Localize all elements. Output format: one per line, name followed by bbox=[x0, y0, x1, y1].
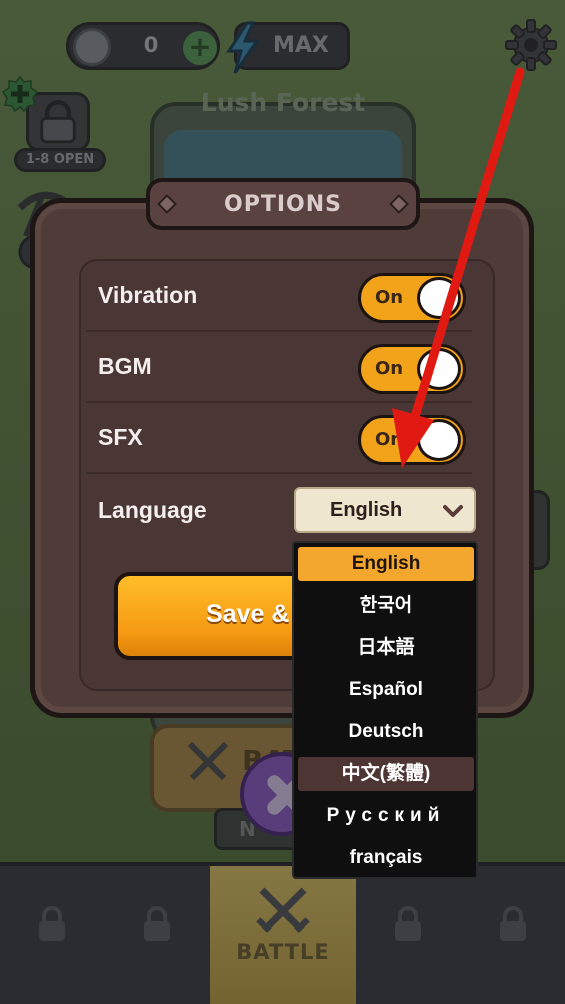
language-option-english[interactable]: English bbox=[298, 547, 474, 581]
toggle-state: On bbox=[375, 287, 404, 308]
language-option-russian[interactable]: Русский bbox=[298, 799, 474, 833]
bgm-toggle[interactable]: On bbox=[358, 344, 466, 394]
language-dropdown-list: English 한국어 日本語 Español Deutsch 中文(繁體) Р… bbox=[292, 541, 478, 879]
language-option-spanish[interactable]: Español bbox=[298, 673, 474, 707]
option-row-sfx: SFX On bbox=[86, 404, 482, 474]
toggle-knob bbox=[417, 348, 461, 390]
sfx-toggle[interactable]: On bbox=[358, 415, 466, 465]
language-select-value: English bbox=[330, 499, 403, 521]
toggle-state: On bbox=[375, 429, 404, 450]
language-option-french[interactable]: français bbox=[298, 841, 474, 875]
language-select[interactable]: English bbox=[294, 487, 476, 533]
bgm-label: BGM bbox=[98, 353, 152, 379]
divider bbox=[86, 401, 472, 403]
save-close-button[interactable]: Save & Close bbox=[114, 572, 314, 660]
toggle-state: On bbox=[375, 358, 404, 379]
language-option-german[interactable]: Deutsch bbox=[298, 715, 474, 749]
language-label: Language bbox=[98, 497, 207, 523]
language-option-japanese[interactable]: 日本語 bbox=[298, 631, 474, 665]
divider bbox=[86, 472, 472, 474]
options-title: OPTIONS bbox=[224, 192, 342, 217]
divider bbox=[86, 330, 472, 332]
language-option-korean[interactable]: 한국어 bbox=[298, 589, 474, 623]
vibration-toggle[interactable]: On bbox=[358, 273, 466, 323]
toggle-knob bbox=[417, 277, 461, 319]
option-row-vibration: Vibration On bbox=[86, 262, 482, 332]
sfx-label: SFX bbox=[98, 424, 143, 450]
options-header: OPTIONS bbox=[146, 178, 420, 230]
chevron-down-icon bbox=[443, 505, 463, 517]
option-row-bgm: BGM On bbox=[86, 333, 482, 403]
toggle-knob bbox=[417, 419, 461, 461]
language-option-chinese-traditional[interactable]: 中文(繁體) bbox=[298, 757, 474, 791]
vibration-label: Vibration bbox=[98, 282, 198, 308]
